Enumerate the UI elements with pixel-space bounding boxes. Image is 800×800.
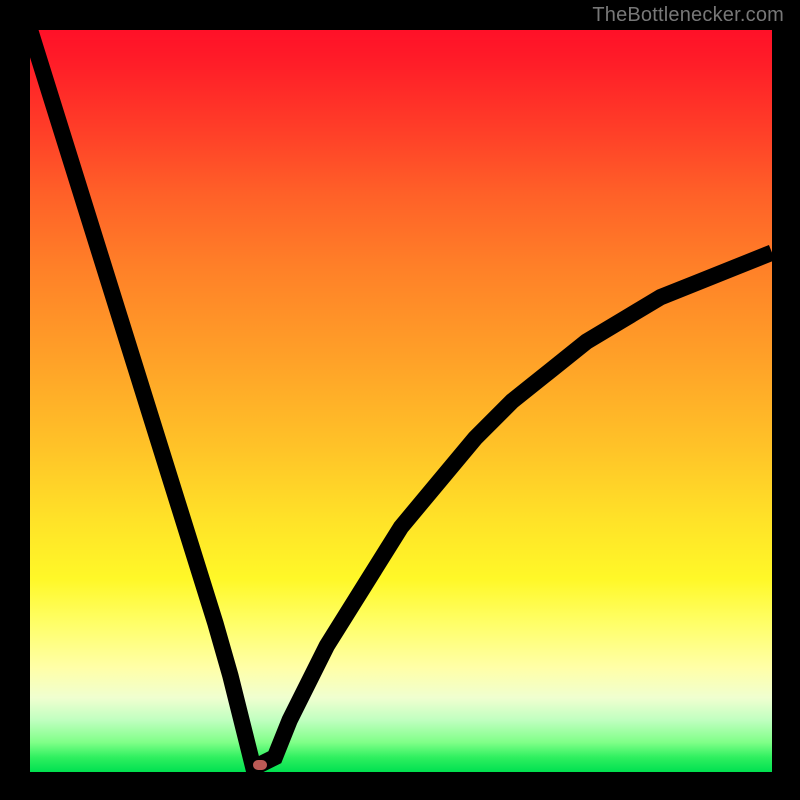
bottleneck-curve: [30, 30, 772, 772]
optimum-marker: [253, 760, 267, 770]
chart-frame: TheBottlenecker.com: [0, 0, 800, 800]
plot-area: [30, 30, 772, 772]
watermark-text: TheBottlenecker.com: [592, 4, 784, 27]
